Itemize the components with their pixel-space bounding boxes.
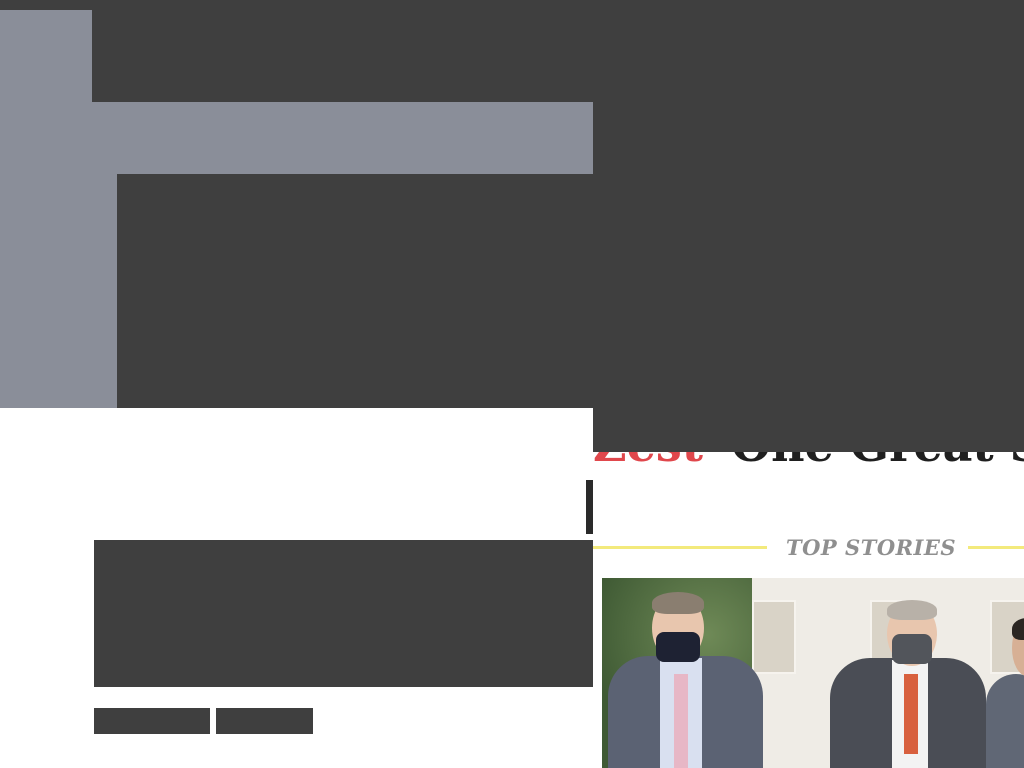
person-1-tie	[674, 674, 688, 768]
photo-window	[752, 600, 796, 674]
top-stories-label: TOP STORIES	[786, 535, 957, 560]
overlay-gray-side	[92, 174, 117, 408]
divider-right	[968, 546, 1024, 549]
person-1-hair	[652, 592, 704, 614]
overlay-main-dark	[117, 174, 593, 408]
overlay-top-left-corner	[0, 0, 92, 10]
top-stories-header: TOP STORIES	[593, 533, 1024, 563]
overlay-gray-bar	[92, 102, 593, 174]
person-2-tie	[904, 674, 918, 754]
overlay-left-column	[0, 10, 92, 408]
person-3-suit	[986, 674, 1024, 768]
top-story-photo[interactable]	[602, 578, 1024, 768]
action-button-primary[interactable]	[94, 708, 210, 734]
overlay-top-band	[92, 0, 1024, 102]
overlay-right-panel-lower	[593, 402, 1024, 452]
overlay-right-panel	[593, 102, 1024, 452]
person-2-mask	[892, 634, 932, 664]
person-2-hair	[887, 600, 937, 620]
accent-bar	[586, 480, 593, 534]
person-1-mask	[656, 632, 700, 662]
action-button-secondary[interactable]	[216, 708, 313, 734]
divider-left	[593, 546, 767, 549]
overlay-content-block	[94, 540, 593, 687]
